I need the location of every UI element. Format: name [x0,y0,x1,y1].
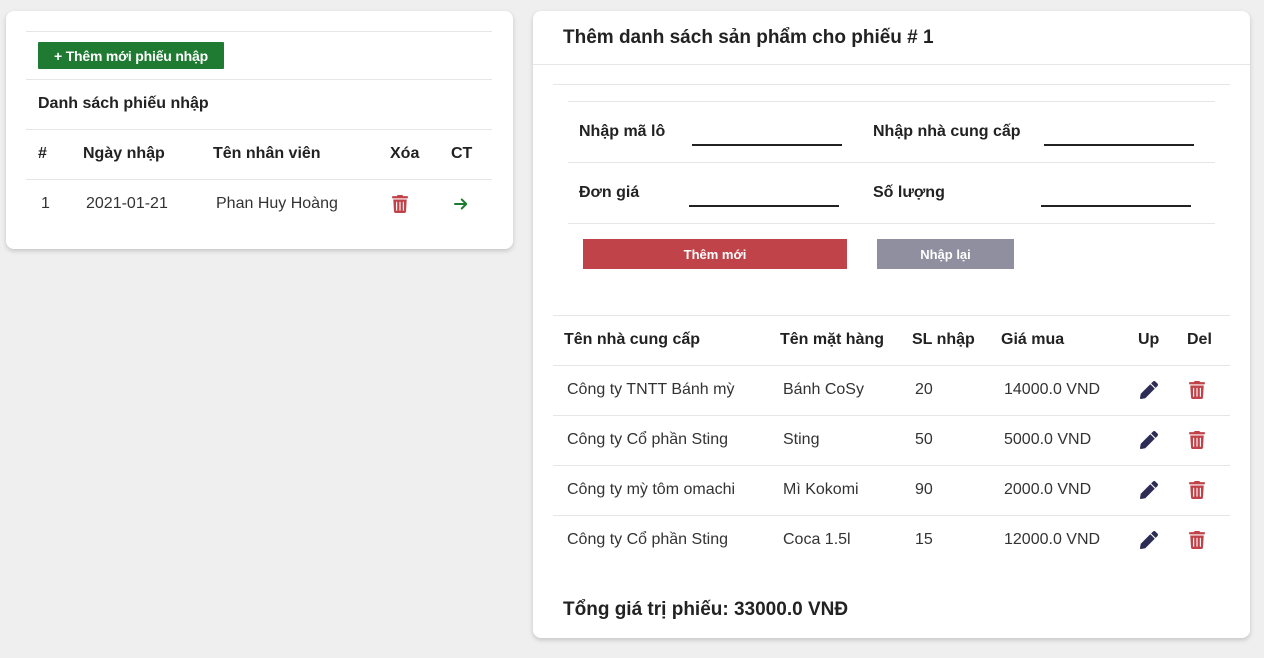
row-date: 2021-01-21 [86,195,168,212]
divider [553,415,1230,416]
trash-icon[interactable] [391,195,409,213]
row-price: 12000.0 VND [1004,531,1101,548]
divider [568,101,1215,102]
column-header-up: Up [1138,331,1160,348]
divider [568,162,1215,163]
page-title: Thêm danh sách sản phẩm cho phiếu # 1 [563,27,934,48]
row-product: Bánh CoSy [783,381,864,398]
column-header-employee: Tên nhân viên [213,145,321,162]
divider [553,465,1230,466]
add-products-card: Thêm danh sách sản phẩm cho phiếu # 1 Nh… [533,11,1250,638]
divider [533,64,1250,65]
column-header-detail: CT [451,145,473,162]
divider [568,223,1215,224]
row-supplier: Công ty Cổ phần Sting [567,431,728,448]
pencil-icon[interactable] [1140,431,1158,449]
lot-code-label: Nhập mã lô [579,123,666,140]
divider [26,31,492,32]
row-product: Coca 1.5l [783,531,851,548]
row-supplier: Công ty Cổ phần Sting [567,531,728,548]
column-header-price: Giá mua [1001,331,1065,348]
divider [26,129,492,130]
row-product: Sting [783,431,820,448]
column-header-qty: SL nhập [912,331,975,348]
column-header-index: # [38,145,47,162]
total-value: Tổng giá trị phiếu: 33000.0 VNĐ [563,599,849,620]
row-employee: Phan Huy Hoàng [216,195,338,212]
unit-price-label: Đơn giá [579,184,640,201]
add-product-button[interactable]: Thêm mới [583,239,847,269]
unit-price-input[interactable] [689,185,839,207]
divider [26,79,492,80]
column-header-delete: Xóa [390,145,420,162]
row-qty: 20 [915,381,933,398]
add-import-button[interactable]: + Thêm mới phiếu nhập [38,42,224,69]
column-header-date: Ngày nhập [83,145,165,162]
column-header-product: Tên mặt hàng [780,331,885,348]
row-qty: 15 [915,531,933,548]
row-qty: 50 [915,431,933,448]
row-index: 1 [41,195,50,212]
column-header-del: Del [1187,331,1212,348]
pencil-icon[interactable] [1140,381,1158,399]
supplier-input[interactable] [1044,124,1194,146]
divider [553,515,1230,516]
divider [553,84,1230,85]
row-product: Mì Kokomi [783,481,859,498]
trash-icon[interactable] [1188,481,1206,499]
divider [553,315,1230,316]
trash-icon[interactable] [1188,431,1206,449]
supplier-label: Nhập nhà cung cấp [873,123,1021,140]
import-list-card: + Thêm mới phiếu nhập Danh sách phiếu nh… [6,11,513,249]
row-price: 14000.0 VND [1004,381,1101,398]
quantity-label: Số lượng [873,184,945,201]
column-header-supplier: Tên nhà cung cấp [564,331,701,348]
reset-form-button[interactable]: Nhập lại [877,239,1014,269]
row-supplier: Công ty TNTT Bánh mỳ [567,381,735,398]
trash-icon[interactable] [1188,381,1206,399]
pencil-icon[interactable] [1140,481,1158,499]
trash-icon[interactable] [1188,531,1206,549]
row-price: 2000.0 VND [1004,481,1092,498]
divider [553,365,1230,366]
arrow-right-icon[interactable] [452,195,470,213]
pencil-icon[interactable] [1140,531,1158,549]
lot-code-input[interactable] [692,124,842,146]
import-list-title: Danh sách phiếu nhập [38,95,209,112]
row-supplier: Công ty mỳ tôm omachi [567,481,736,498]
row-price: 5000.0 VND [1004,431,1092,448]
quantity-input[interactable] [1041,185,1191,207]
row-qty: 90 [915,481,933,498]
divider [26,179,492,180]
